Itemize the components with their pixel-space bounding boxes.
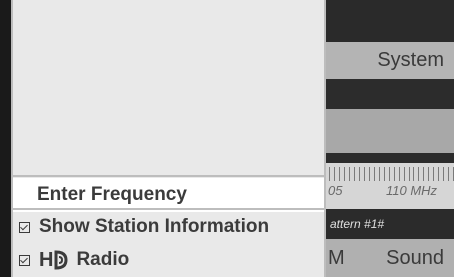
frequency-tick	[388, 167, 390, 181]
frequency-tick	[418, 167, 420, 181]
hd-logo-letter: H	[39, 248, 54, 271]
frequency-tick	[428, 167, 430, 181]
frequency-tick	[338, 167, 340, 181]
bottom-left-button-label[interactable]: M	[328, 247, 345, 270]
frequency-tick	[348, 167, 350, 181]
frequency-tick	[343, 167, 345, 181]
pattern-text: attern #1#	[330, 217, 385, 231]
pattern-label: attern #1#	[326, 209, 454, 239]
frequency-scale: 05 110 MHz	[326, 163, 454, 209]
frequency-tick	[408, 167, 410, 181]
sound-button[interactable]: Sound	[386, 247, 444, 270]
menu-item-hd-radio[interactable]: H Radio	[13, 243, 324, 277]
frequency-label: 05	[328, 183, 343, 198]
frequency-tick	[353, 167, 355, 181]
menu-divider	[13, 175, 324, 177]
frequency-tick	[403, 167, 405, 181]
system-button[interactable]: System	[326, 42, 454, 79]
frequency-tick	[358, 167, 360, 181]
frequency-tick	[363, 167, 365, 181]
checkbox-checked-icon	[19, 254, 30, 266]
frequency-tick	[373, 167, 375, 181]
system-button-label: System	[377, 49, 444, 71]
menu-item-show-station-information[interactable]: Show Station Information	[13, 210, 324, 244]
left-bezel	[0, 0, 11, 277]
frequency-tick	[393, 167, 395, 181]
background-band	[326, 79, 454, 109]
hd-radio-logo-icon: H	[39, 249, 68, 272]
frequency-tick	[368, 167, 370, 181]
station-display-block	[326, 109, 454, 153]
frequency-tick	[333, 167, 335, 181]
background-band	[326, 0, 454, 42]
menu-item-enter-frequency[interactable]: Enter Frequency	[13, 178, 324, 212]
frequency-tick	[443, 167, 445, 181]
frequency-ticks	[326, 167, 454, 181]
menu-item-label: Radio	[76, 249, 130, 270]
menu-item-label: Enter Frequency	[37, 184, 187, 205]
menu-empty-area	[13, 0, 324, 175]
radio-options-menu: Enter Frequency Show Station Information…	[11, 0, 326, 277]
hd-logo-arc-icon	[54, 250, 68, 270]
frequency-tick	[398, 167, 400, 181]
frequency-tick	[378, 167, 380, 181]
frequency-tick	[423, 167, 425, 181]
bottom-button-bar: M Sound	[326, 239, 454, 277]
frequency-label: 110 MHz	[386, 183, 438, 198]
frequency-tick	[438, 167, 440, 181]
frequency-tick	[329, 167, 330, 181]
frequency-tick	[413, 167, 415, 181]
frequency-tick	[433, 167, 435, 181]
frequency-tick	[448, 167, 450, 181]
background-band	[326, 153, 454, 163]
checkbox-checked-icon	[19, 221, 30, 233]
menu-item-label: Show Station Information	[39, 216, 270, 237]
frequency-tick	[383, 167, 385, 181]
